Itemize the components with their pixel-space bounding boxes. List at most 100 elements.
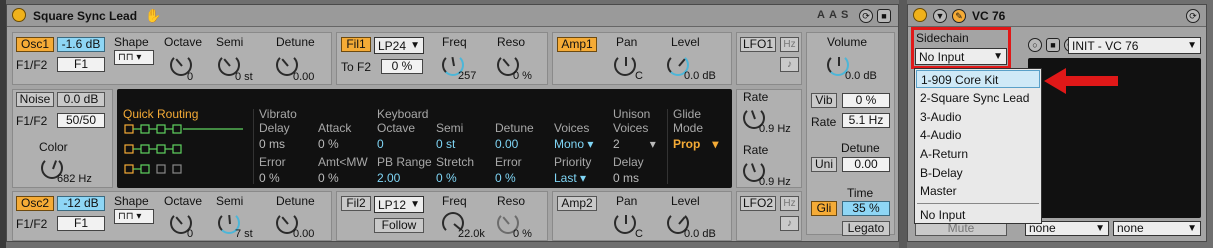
lfo1-hz-button[interactable]: Hz	[780, 37, 799, 52]
volume-label: Volume	[827, 35, 868, 49]
lfo-rate-section: Rate 0.9 Hz Rate 0.9 Hz	[736, 89, 802, 188]
keyboard-error-label: Error	[495, 155, 522, 169]
osc2-semi-label: Semi	[216, 194, 244, 208]
fil2-freq-value: 22.0k	[458, 228, 485, 240]
menu-item-b-delay[interactable]: B-Delay	[916, 164, 1040, 182]
vibrato-error-label: Error	[259, 155, 286, 169]
osc1-shape-label: Shape	[114, 35, 149, 49]
noise-level[interactable]: 0.0 dB	[57, 92, 105, 107]
lfo2-hz-button[interactable]: Hz	[780, 196, 799, 211]
menu-separator	[917, 203, 1039, 204]
osc2-toggle[interactable]: Osc2	[16, 196, 54, 211]
annotation-arrow	[1044, 68, 1118, 94]
fil1-to-f2-field[interactable]: 0 %	[381, 59, 423, 74]
noise-toggle[interactable]: Noise	[16, 92, 54, 107]
fold-icon[interactable]: ▼	[933, 9, 947, 23]
unison-value: 2	[613, 137, 620, 151]
unison-voices-label: Voices	[613, 121, 649, 135]
osc1-level[interactable]: -1.6 dB	[57, 37, 105, 52]
lfo1-rate-label: Rate	[743, 90, 769, 104]
vib-toggle[interactable]: Vib	[811, 93, 837, 108]
glide-time-field[interactable]: 35 %	[842, 201, 890, 216]
menu-item-no-input[interactable]: No Input	[916, 206, 1040, 224]
amp2-toggle[interactable]: Amp2	[557, 196, 597, 211]
vibrato-delay-value[interactable]: 0 ms	[259, 137, 285, 151]
vibrato-delay-label: Delay	[259, 121, 290, 135]
glide-mode-select[interactable]: Prop ▾	[673, 137, 718, 151]
hot-swap-icon[interactable]: ⟳	[859, 9, 873, 23]
keyboard-octave-value[interactable]: 0	[377, 137, 384, 151]
menu-item-3-audio[interactable]: 3-Audio	[916, 108, 1040, 126]
osc1-shape-select[interactable]: ⊓⊓ ▾	[114, 50, 154, 65]
a-icon[interactable]: A	[817, 9, 825, 21]
menu-item-4-audio[interactable]: 4-Audio	[916, 126, 1040, 144]
vibrato-attack-label: Attack	[318, 121, 352, 135]
lfo1-note-icon[interactable]: ♪	[780, 57, 799, 72]
vocoder-preset-select[interactable]: INIT - VC 76 ▼	[1068, 37, 1201, 54]
amp1-pan-knob[interactable]	[614, 54, 636, 76]
gli-toggle[interactable]: Gli	[811, 201, 837, 216]
menu-item-909-core-kit[interactable]: 1-909 Core Kit	[916, 70, 1040, 88]
vibrato-error-value[interactable]: 0 %	[259, 171, 280, 185]
unison-select[interactable]: 2 ▾	[613, 137, 656, 151]
quick-routing-matrix[interactable]	[123, 123, 249, 181]
osc2-f1-field[interactable]: F1	[57, 216, 105, 231]
keyboard-detune-label: Detune	[495, 121, 534, 135]
lfo2-toggle[interactable]: LFO2	[740, 196, 776, 211]
osc2-shape-select[interactable]: ⊓⊓ ▾	[114, 209, 154, 224]
noise-color-value: 682 Hz	[57, 173, 92, 185]
vocoder-preset-icon-1[interactable]: ○	[1028, 38, 1042, 52]
amp1-toggle[interactable]: Amp1	[557, 37, 597, 52]
fil1-section: Fil1 LP24 ▼ To F2 0 % Freq 257 Reso 0 %	[336, 32, 548, 85]
osc1-toggle[interactable]: Osc1	[16, 37, 54, 52]
center-divider-2	[667, 109, 668, 184]
vocoder-save-icon[interactable]: ■	[1046, 38, 1060, 52]
center-divider-1	[253, 109, 254, 184]
osc2-f1f2-label: F1/F2	[16, 217, 48, 231]
glide-mode-label: Mode	[673, 121, 704, 135]
keyboard-error-value[interactable]: 0 %	[495, 171, 516, 185]
voices-select[interactable]: Mono ▾	[554, 137, 593, 151]
menu-item-master[interactable]: Master	[916, 182, 1040, 200]
bottom-select-2[interactable]: none ▼	[1113, 221, 1201, 236]
fil2-toggle[interactable]: Fil2	[341, 196, 371, 211]
fil1-type-select[interactable]: LP24 ▼	[374, 37, 424, 54]
uni-detune-field[interactable]: 0.00	[842, 157, 890, 172]
osc2-octave-value: 0	[187, 228, 194, 240]
noise-f1f2-field[interactable]: 50/50	[57, 113, 105, 128]
device-power-button[interactable]	[12, 8, 26, 22]
vocoder-hot-swap-icon[interactable]: ⟳	[1186, 9, 1200, 23]
unison-delay-value[interactable]: 0 ms	[613, 171, 639, 185]
lfo1-section: LFO1 Hz ♪	[736, 32, 802, 85]
amp2-pan-knob[interactable]	[614, 212, 636, 234]
osc1-f1-field[interactable]: F1	[57, 57, 105, 72]
uni-toggle[interactable]: Uni	[811, 157, 837, 172]
osc1-octave-label: Octave	[164, 35, 203, 49]
vib-amount[interactable]: 0 %	[842, 93, 890, 108]
fil2-type-select[interactable]: LP12 ▼	[374, 196, 424, 213]
menu-item-a-return[interactable]: A-Return	[916, 145, 1040, 163]
a-icon-2[interactable]: A	[829, 9, 837, 21]
fil2-type-value: LP12	[378, 198, 407, 212]
keyboard-semi-value[interactable]: 0 st	[436, 137, 455, 151]
legato-button[interactable]: Legato	[842, 221, 890, 236]
vib-rate-field[interactable]: 5.1 Hz	[842, 113, 890, 128]
lfo2-note-icon[interactable]: ♪	[780, 216, 799, 231]
priority-select[interactable]: Last ▾	[554, 171, 586, 185]
wrench-icon[interactable]: ✎	[952, 9, 966, 23]
save-preset-icon[interactable]: ■	[877, 9, 891, 23]
fil1-toggle[interactable]: Fil1	[341, 37, 371, 52]
fil2-follow-button[interactable]: Follow	[374, 218, 424, 233]
s-icon[interactable]: S	[841, 9, 848, 21]
detune-label: Detune	[841, 141, 880, 155]
osc2-level[interactable]: -12 dB	[57, 196, 105, 211]
vibrato-attack-value[interactable]: 0 %	[318, 137, 339, 151]
keyboard-detune-value[interactable]: 0.00	[495, 137, 518, 151]
menu-item-square-sync-lead[interactable]: 2-Square Sync Lead	[916, 89, 1040, 107]
vibrato-amt-mw-value[interactable]: 0 %	[318, 171, 339, 185]
vocoder-power-button[interactable]	[913, 8, 927, 22]
time-label: Time	[847, 186, 874, 200]
lfo1-toggle[interactable]: LFO1	[740, 37, 776, 52]
pb-range-value[interactable]: 2.00	[377, 171, 400, 185]
stretch-value[interactable]: 0 %	[436, 171, 457, 185]
